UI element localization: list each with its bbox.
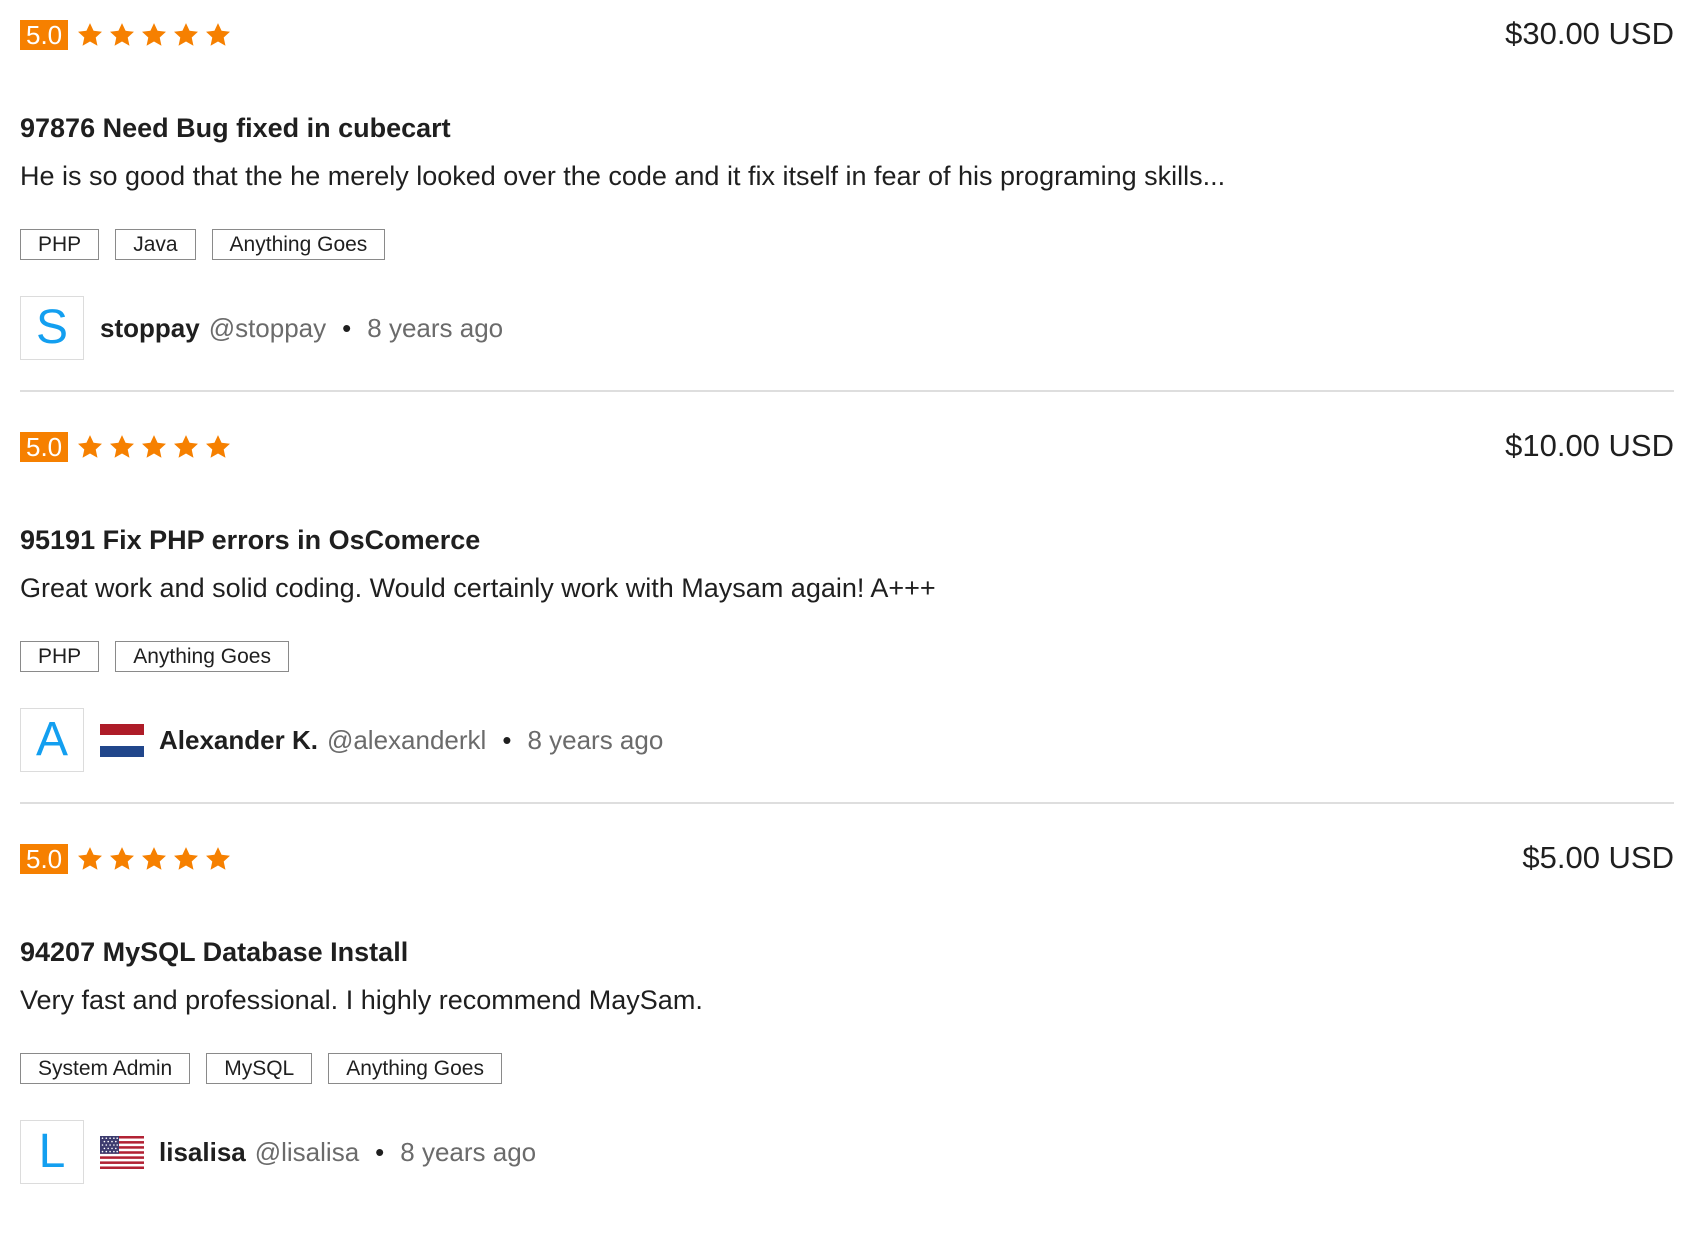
skill-tags: System Admin MySQL Anything Goes <box>20 1053 502 1084</box>
separator-dot: • <box>502 724 512 755</box>
separator-dot: • <box>375 1136 385 1167</box>
avatar[interactable]: S <box>20 296 84 360</box>
reviewer-name[interactable]: lisalisa <box>159 1137 246 1168</box>
star-icon <box>172 21 200 49</box>
reviewer-info: L lisalisa @lisalisa • 8 years ago <box>20 1120 536 1184</box>
rating-badge: 5.0 <box>20 432 69 462</box>
review-price: $30.00 USD <box>1505 16 1674 51</box>
separator-dot: • <box>342 312 352 343</box>
rating-badge: 5.0 <box>20 844 69 874</box>
star-icon <box>204 433 232 461</box>
reviewer-handle: @lisalisa <box>254 1136 360 1167</box>
star-icon <box>204 21 232 49</box>
review-price: $10.00 USD <box>1505 428 1674 463</box>
review-text: He is so good that the he merely looked … <box>20 161 1226 191</box>
star-icon <box>140 21 168 49</box>
divider <box>20 390 1674 392</box>
star-icon <box>204 845 232 873</box>
skill-tag[interactable]: Anything Goes <box>328 1053 502 1084</box>
reviewer-name[interactable]: stoppay <box>100 313 200 344</box>
reviewer-handle: @alexanderkl <box>326 724 487 755</box>
project-title: 94207 MySQL Database Install <box>20 937 409 967</box>
rating-row: 5.0 <box>20 432 236 462</box>
star-icon <box>108 433 136 461</box>
star-icon <box>108 845 136 873</box>
skill-tag[interactable]: System Admin <box>20 1053 191 1084</box>
reviewer-handle: @stoppay <box>208 312 327 343</box>
divider <box>20 802 1674 804</box>
star-icon <box>76 845 104 873</box>
star-icon <box>140 433 168 461</box>
reviewer-info: S stoppay @stoppay • 8 years ago <box>20 296 503 360</box>
review-text: Great work and solid coding. Would certa… <box>20 573 936 603</box>
star-icon <box>140 845 168 873</box>
review-time: 8 years ago <box>367 312 504 343</box>
review-card: 5.0 $10.00 USD 95191 Fix PHP errors in O… <box>20 412 1674 824</box>
skill-tag[interactable]: Java <box>115 229 196 260</box>
reviews-list: 5.0 $30.00 USD 97876 Need Bug fixed in c… <box>0 0 1698 1190</box>
review-text: Very fast and professional. I highly rec… <box>20 985 703 1015</box>
reviewer-info: A Alexander K. @alexanderkl • 8 years ag… <box>20 708 663 772</box>
review-price: $5.00 USD <box>1522 840 1674 875</box>
skill-tag[interactable]: PHP <box>20 641 100 672</box>
reviewer-name[interactable]: Alexander K. <box>159 725 318 756</box>
usa-flag-icon <box>100 1135 144 1169</box>
star-icon <box>76 433 104 461</box>
project-title: 95191 Fix PHP errors in OsComerce <box>20 525 481 555</box>
skill-tag[interactable]: Anything Goes <box>115 641 289 672</box>
review-time: 8 years ago <box>527 724 664 755</box>
project-title: 97876 Need Bug fixed in cubecart <box>20 113 451 143</box>
star-icon <box>108 21 136 49</box>
rating-row: 5.0 <box>20 844 236 874</box>
skill-tag[interactable]: Anything Goes <box>211 229 386 260</box>
star-icon <box>172 433 200 461</box>
rating-row: 5.0 <box>20 20 236 50</box>
avatar[interactable]: A <box>20 708 84 772</box>
skill-tag[interactable]: MySQL <box>206 1053 313 1084</box>
star-icon <box>76 21 104 49</box>
rating-badge: 5.0 <box>20 20 69 50</box>
star-icon <box>172 845 200 873</box>
review-time: 8 years ago <box>400 1136 537 1167</box>
skill-tag[interactable]: PHP <box>20 229 100 260</box>
skill-tags: PHP Anything Goes <box>20 641 289 672</box>
review-card: 5.0 $5.00 USD 94207 MySQL Database Insta… <box>20 824 1674 1236</box>
skill-tags: PHP Java Anything Goes <box>20 229 386 260</box>
avatar[interactable]: L <box>20 1120 84 1184</box>
review-card: 5.0 $30.00 USD 97876 Need Bug fixed in c… <box>20 0 1674 412</box>
netherlands-flag-icon <box>100 723 144 757</box>
